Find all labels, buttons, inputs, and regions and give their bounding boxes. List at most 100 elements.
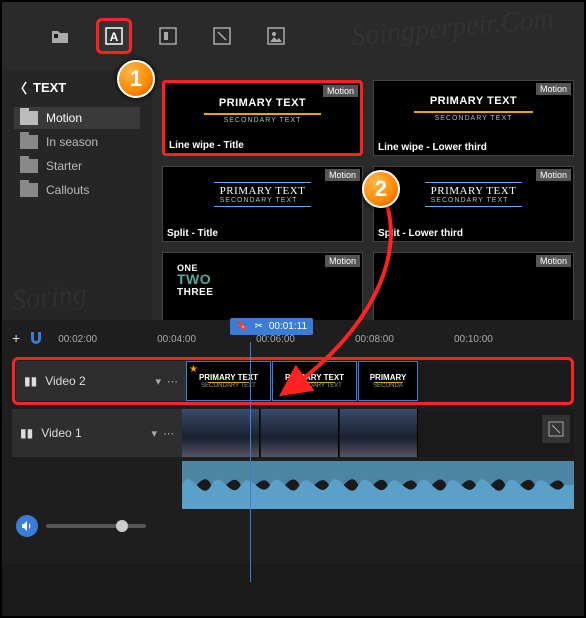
video-track-icon: ▮▮ xyxy=(24,374,37,388)
timeline-ruler[interactable]: + 🔖 ✂ 00:01:11 00:02:00 00:04:00 00:06:0… xyxy=(2,326,584,353)
folder-open-icon xyxy=(20,111,38,125)
preset-line-wipe-lower-third[interactable]: Motion PRIMARY TEXT SECONDARY TEXT Line … xyxy=(373,80,574,156)
preset-stack-two: TWO xyxy=(177,271,211,287)
clip-subtitle: SECONDARY TEXT xyxy=(287,383,342,389)
bookmark-icon: 🔖 xyxy=(236,321,248,332)
ellipsis-icon[interactable]: ⋯ xyxy=(167,375,178,388)
video-thumbnail[interactable] xyxy=(340,409,418,457)
track-header[interactable]: ▮▮ Video 2 ▾ ⋯ xyxy=(16,361,186,401)
preset-caption: Line wipe - Title xyxy=(169,140,244,151)
time-tick: 00:04:00 xyxy=(157,334,196,345)
text-clip[interactable]: ★ PRIMARY TEXT SECONDARY TEXT xyxy=(186,361,271,401)
preset-primary-text: PRIMARY TEXT xyxy=(431,185,517,197)
preset-badge: Motion xyxy=(536,83,571,95)
video-thumbnail[interactable] xyxy=(261,409,339,457)
chevron-down-icon[interactable]: ▾ xyxy=(151,427,157,440)
folder-label: Callouts xyxy=(46,183,89,197)
transitions-tab-button[interactable] xyxy=(150,18,186,54)
video-track-icon: ▮▮ xyxy=(20,426,33,440)
track-video-1[interactable]: ▮▮ Video 1 ▾ ⋯ xyxy=(12,409,574,457)
folder-label: Motion xyxy=(46,111,82,125)
effects-tab-button[interactable] xyxy=(204,18,240,54)
preset-one-two-three[interactable]: Motion ONE TWO THREE xyxy=(162,252,363,320)
track-header[interactable] xyxy=(12,461,182,509)
track-audio[interactable] xyxy=(12,461,574,509)
playhead-indicator[interactable]: 🔖 ✂ 00:01:11 xyxy=(230,318,313,335)
preset-secondary-text: SECONDARY TEXT xyxy=(224,117,302,124)
preset-item[interactable]: Motion xyxy=(373,252,574,320)
track-content[interactable]: ★ PRIMARY TEXT SECONDARY TEXT PRIMARY TE… xyxy=(186,361,570,401)
text-clip[interactable]: PRIMARY TEXT SECONDARY TEXT xyxy=(272,361,357,401)
media-tab-button[interactable] xyxy=(42,18,78,54)
preset-primary-text: PRIMARY TEXT xyxy=(220,185,306,197)
ellipsis-icon[interactable]: ⋯ xyxy=(163,427,174,440)
preset-caption: Split - Title xyxy=(167,228,218,239)
track-name: Video 1 xyxy=(41,426,81,440)
preset-badge: Motion xyxy=(323,85,358,97)
folder-icon xyxy=(20,183,38,197)
time-tick: 00:08:00 xyxy=(355,334,394,345)
star-icon: ★ xyxy=(189,364,198,375)
scissors-icon[interactable]: ✂ xyxy=(254,321,262,332)
playhead-time: 00:01:11 xyxy=(269,321,307,332)
callout-2-label: 2 xyxy=(375,176,387,202)
preset-caption: Line wipe - Lower third xyxy=(378,142,487,153)
folder-icon xyxy=(20,159,38,173)
snap-toggle-button[interactable] xyxy=(28,330,44,349)
main-panel: 〈 TEXT Motion In season Starter Callouts… xyxy=(2,70,584,320)
preset-primary-text: PRIMARY TEXT xyxy=(430,95,517,107)
preset-line-wipe-title[interactable]: Motion PRIMARY TEXT SECONDARY TEXT Line … xyxy=(162,80,363,156)
chevron-down-icon[interactable]: ▾ xyxy=(155,375,161,388)
clip-title: PRIMARY xyxy=(370,373,407,382)
preset-badge: Motion xyxy=(325,255,360,267)
preset-badge: Motion xyxy=(536,255,571,267)
svg-text:A: A xyxy=(110,30,119,44)
audio-waveform[interactable] xyxy=(182,461,574,509)
playhead-line[interactable] xyxy=(250,342,251,582)
folder-icon xyxy=(20,135,38,149)
preset-caption: Split - Lower third xyxy=(378,228,463,239)
preset-secondary-text: SECONDARY TEXT xyxy=(435,115,513,122)
preset-split-title[interactable]: Motion PRIMARY TEXT SECONDARY TEXT Split… xyxy=(162,166,363,242)
track-header[interactable]: ▮▮ Video 1 ▾ ⋯ xyxy=(12,409,182,457)
overlays-tab-button[interactable] xyxy=(258,18,294,54)
text-clip[interactable]: PRIMARY SECONDA xyxy=(358,361,418,401)
chevron-left-icon: 〈 xyxy=(14,78,27,97)
folder-starter[interactable]: Starter xyxy=(14,155,140,177)
video-thumbnail[interactable] xyxy=(182,409,260,457)
track-content[interactable] xyxy=(182,409,574,457)
folder-label: Starter xyxy=(46,159,82,173)
text-tab-button[interactable]: A xyxy=(96,18,132,54)
preset-sidebar: 〈 TEXT Motion In season Starter Callouts xyxy=(2,70,152,320)
volume-control xyxy=(16,515,570,537)
annotation-callout-2: 2 xyxy=(362,170,400,208)
time-tick: 00:10:00 xyxy=(454,334,493,345)
preset-badge: Motion xyxy=(536,169,571,181)
preset-secondary-text: SECONDARY TEXT xyxy=(220,197,306,204)
underline-decoration xyxy=(414,111,533,113)
mute-button[interactable] xyxy=(16,515,38,537)
clip-subtitle: SECONDARY TEXT xyxy=(201,383,256,389)
preset-split-lower-third[interactable]: Motion PRIMARY TEXT SECONDARY TEXT Split… xyxy=(373,166,574,242)
folder-in-season[interactable]: In season xyxy=(14,131,140,153)
annotation-callout-1: 1 xyxy=(117,60,155,98)
preset-stack-three: THREE xyxy=(177,287,213,298)
time-tick: 00:02:00 xyxy=(58,334,97,345)
folder-motion[interactable]: Motion xyxy=(14,107,140,129)
time-tick: 00:06:00 xyxy=(256,334,295,345)
track-content[interactable] xyxy=(182,461,574,509)
preset-primary-text: PRIMARY TEXT xyxy=(219,97,306,109)
track-name: Video 2 xyxy=(45,374,85,388)
track-video-2[interactable]: ▮▮ Video 2 ▾ ⋯ ★ PRIMARY TEXT SECONDARY … xyxy=(12,357,574,405)
folder-callouts[interactable]: Callouts xyxy=(14,179,140,201)
sidebar-title: TEXT xyxy=(33,80,66,95)
timeline-panel: + 🔖 ✂ 00:01:11 00:02:00 00:04:00 00:06:0… xyxy=(2,320,584,563)
preset-secondary-text: SECONDARY TEXT xyxy=(431,197,517,204)
time-ticks: 00:02:00 00:04:00 00:06:00 00:08:00 00:1… xyxy=(58,334,574,345)
volume-slider[interactable] xyxy=(46,524,146,528)
callout-1-label: 1 xyxy=(130,66,142,92)
add-track-button[interactable]: + xyxy=(12,330,20,349)
underline-decoration xyxy=(204,113,321,115)
folder-label: In season xyxy=(46,135,98,149)
clip-effects-button[interactable] xyxy=(542,415,570,443)
